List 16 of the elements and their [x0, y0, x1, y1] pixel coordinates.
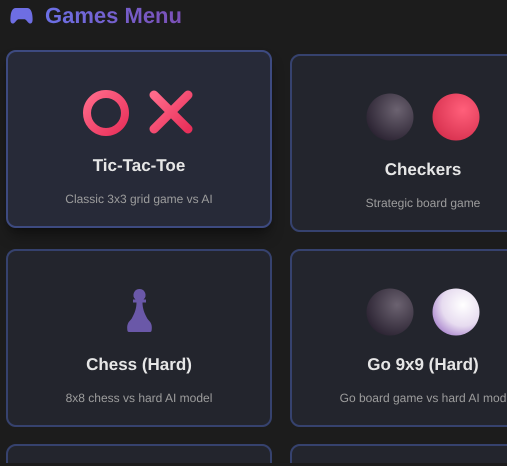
checker-pieces-icon	[366, 93, 480, 141]
game-title: Checkers	[384, 159, 462, 181]
game-card[interactable]: Checkers Strategic board game	[290, 54, 507, 232]
game-card[interactable]: Go 9x9 (Hard) Go board game vs hard AI mod	[290, 249, 507, 427]
game-title: Go 9x9 (Hard)	[367, 354, 479, 376]
game-title: Tic-Tac-Toe	[92, 155, 186, 177]
game-description: Classic 3x3 grid game vs AI	[65, 190, 213, 208]
game-description: 8x8 chess vs hard AI model	[66, 390, 212, 406]
game-description: Strategic board game	[366, 194, 480, 212]
page-title: Games Menu	[45, 4, 182, 26]
game-title: Chess (Hard)	[86, 354, 192, 376]
game-description: Go board game vs hard AI mod	[340, 390, 506, 406]
gamepad-icon	[10, 7, 33, 24]
game-card[interactable]: Chess (Hard) 8x8 chess vs hard AI model	[6, 249, 272, 427]
game-card[interactable]: Tic-Tac-Toe Classic 3x3 grid game vs AI	[6, 50, 272, 228]
go-stones-icon	[366, 288, 480, 336]
